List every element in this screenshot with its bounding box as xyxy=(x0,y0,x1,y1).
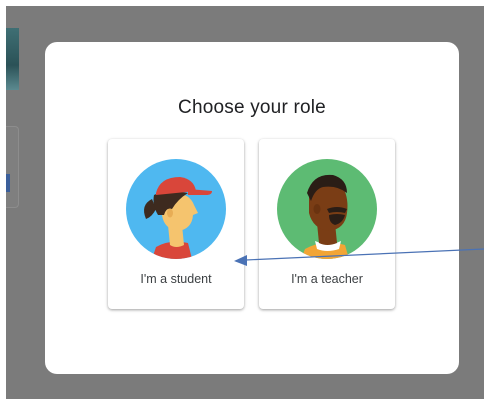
student-avatar-icon xyxy=(126,159,226,259)
teacher-avatar-icon xyxy=(277,159,377,259)
background-thumbnail xyxy=(6,28,19,90)
background-card xyxy=(6,126,19,208)
teacher-role-label: I'm a teacher xyxy=(291,272,363,286)
dialog-title: Choose your role xyxy=(178,97,326,118)
background-button-edge xyxy=(6,174,10,192)
screen: Choose your role I'm a student I'm a tea… xyxy=(6,6,484,399)
student-role-label: I'm a student xyxy=(140,272,212,286)
role-dialog: Choose your role I'm a student I'm a tea… xyxy=(45,42,459,374)
student-role-card[interactable]: I'm a student xyxy=(108,139,244,309)
teacher-role-card[interactable]: I'm a teacher xyxy=(259,139,395,309)
